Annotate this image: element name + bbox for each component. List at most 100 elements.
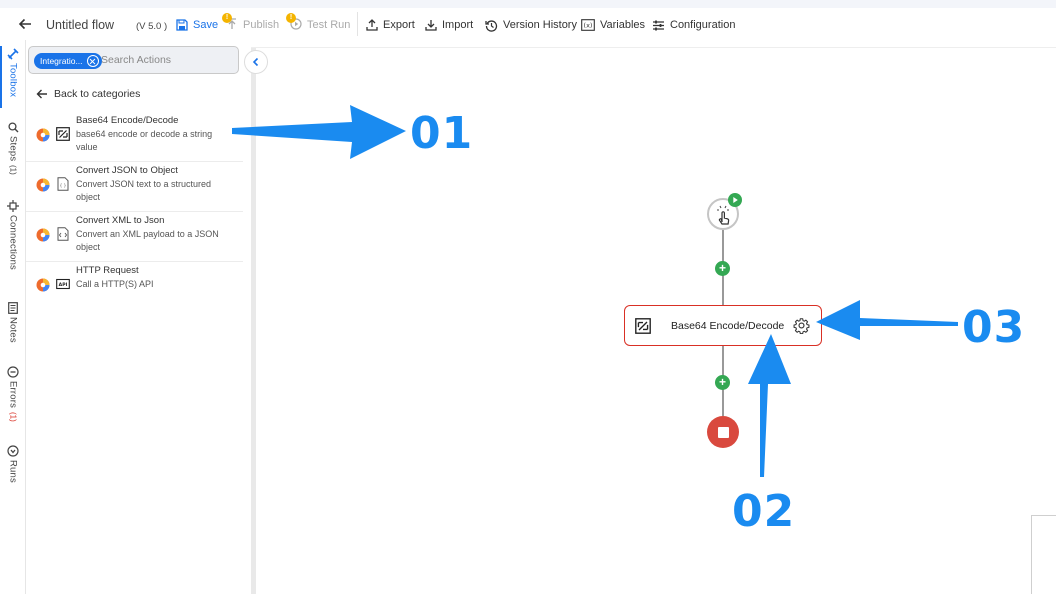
action-name: Base64 Encode/Decode — [76, 115, 179, 126]
back-button[interactable] — [18, 16, 32, 32]
trigger-play-badge[interactable] — [728, 193, 742, 207]
search-actions-input[interactable]: Search Actions — [101, 54, 171, 66]
action-item-base64[interactable]: Base64 Encode/Decode base64 encode or de… — [26, 112, 243, 162]
notes-icon — [8, 302, 18, 314]
play-icon — [733, 197, 738, 203]
xml-file-icon — [57, 227, 69, 241]
api-icon: API — [56, 278, 70, 290]
end-node[interactable] — [707, 416, 739, 448]
stop-icon — [717, 426, 729, 438]
json-file-icon: { } — [57, 177, 69, 191]
collapse-panel-button[interactable] — [244, 50, 268, 74]
action-name: Convert JSON to Object — [76, 165, 178, 176]
version-history-label: Version History — [503, 19, 577, 31]
configuration-label: Configuration — [670, 19, 736, 31]
rail-tab-notes[interactable]: Notes — [0, 302, 26, 343]
rail-tab-steps[interactable]: Steps (1) — [0, 122, 26, 175]
flow-title[interactable]: Untitled flow — [46, 17, 114, 33]
integration-logo-icon — [36, 278, 50, 292]
clear-filter-icon[interactable] — [86, 55, 99, 67]
version-label: (V 5.0 ) — [136, 20, 168, 32]
search-actions-box[interactable]: Integratio... Search Actions — [28, 46, 239, 74]
test-run-button[interactable]: ! Test Run — [286, 12, 351, 33]
import-icon — [425, 20, 437, 31]
gear-icon[interactable] — [793, 317, 810, 334]
save-label: Save — [193, 19, 219, 31]
save-icon — [176, 19, 188, 31]
action-name: HTTP Request — [76, 265, 139, 276]
warning-badge: ! — [286, 12, 296, 23]
import-label: Import — [442, 19, 474, 31]
add-step-button[interactable]: + — [715, 375, 730, 390]
side-rail: Toolbox Steps (1) Connections Notes Erro… — [0, 40, 26, 594]
rail-label-runs: Runs — [7, 460, 19, 483]
rail-tab-runs[interactable]: Runs — [0, 445, 26, 483]
save-button[interactable]: Save — [176, 17, 218, 33]
rail-label-notes: Notes — [7, 317, 19, 343]
variables-label: Variables — [600, 19, 646, 31]
back-to-categories-label: Back to categories — [54, 88, 141, 100]
chip-label: Integratio... — [40, 56, 83, 66]
rail-tab-errors[interactable]: Errors (1) — [0, 366, 26, 422]
add-step-button[interactable]: + — [715, 261, 730, 276]
configuration-button[interactable]: Configuration — [652, 17, 735, 33]
action-description: Call a HTTP(S) API — [76, 279, 154, 289]
rail-label-toolbox: Toolbox — [7, 63, 19, 98]
toolbox-icon — [7, 48, 19, 60]
toolbox-panel: Integratio... Search Actions Back to cat… — [26, 40, 251, 594]
export-icon — [366, 19, 378, 31]
rail-label-errors: Errors — [7, 381, 19, 409]
annotation-label-01: 01 — [410, 108, 474, 159]
back-arrow-icon — [36, 89, 47, 99]
svg-text:{ }: { } — [60, 183, 67, 188]
action-item-http-request[interactable]: API HTTP Request Call a HTTP(S) API — [26, 262, 243, 312]
errors-count: (1) — [8, 412, 18, 422]
minimap-frame — [1031, 515, 1056, 594]
svg-text:(x): (x) — [584, 22, 593, 30]
action-name: Convert XML to Json — [76, 215, 165, 226]
runs-icon — [7, 445, 19, 457]
test-run-label: Test Run — [307, 19, 351, 31]
publish-icon-wrap: ! — [222, 12, 238, 33]
integration-logo-icon — [36, 128, 50, 142]
import-button[interactable]: Import — [425, 17, 473, 33]
toolbar-divider — [357, 12, 358, 36]
action-description: Convert an XML payload to a JSON object — [76, 229, 219, 252]
sliders-icon — [653, 20, 664, 30]
rail-tab-connections[interactable]: Connections — [0, 200, 26, 270]
back-to-categories-link[interactable]: Back to categories — [36, 88, 140, 100]
step-node-label: Base64 Encode/Decode — [671, 320, 785, 332]
encode-icon — [635, 318, 651, 334]
category-filter-chip[interactable]: Integratio... — [34, 53, 102, 69]
annotation-label-03: 03 — [962, 302, 1026, 353]
action-description: Convert JSON text to a structured object — [76, 179, 212, 202]
step-node-base64[interactable]: Base64 Encode/Decode — [624, 305, 822, 346]
rail-tab-toolbox[interactable]: Toolbox — [0, 48, 26, 97]
connections-icon — [7, 200, 19, 212]
rail-label-steps: Steps — [7, 136, 19, 162]
encode-icon — [56, 127, 70, 141]
integration-logo-icon — [36, 228, 50, 242]
variables-button[interactable]: (x) Variables — [581, 17, 645, 33]
svg-text:API: API — [59, 282, 68, 288]
version-history-button[interactable]: Version History — [485, 17, 577, 33]
test-run-icon-wrap: ! — [286, 12, 302, 33]
steps-count: (1) — [8, 165, 18, 176]
export-label: Export — [383, 19, 415, 31]
action-list: Base64 Encode/Decode base64 encode or de… — [26, 112, 243, 312]
history-icon — [485, 19, 498, 32]
variables-icon: (x) — [581, 19, 595, 31]
error-icon — [7, 366, 19, 378]
action-item-json-to-object[interactable]: { } Convert JSON to Object Convert JSON … — [26, 162, 243, 212]
export-button[interactable]: Export — [366, 17, 415, 33]
search-icon — [7, 122, 18, 133]
integration-logo-icon — [36, 178, 50, 192]
action-description: base64 encode or decode a string value — [76, 129, 213, 152]
publish-button[interactable]: ! Publish — [222, 12, 279, 33]
action-item-xml-to-json[interactable]: Convert XML to Json Convert an XML paylo… — [26, 212, 243, 262]
back-arrow-icon — [18, 18, 31, 30]
rail-label-connections: Connections — [7, 215, 19, 271]
warning-badge: ! — [222, 12, 232, 23]
top-strip — [0, 0, 1056, 8]
chevron-left-icon — [252, 57, 259, 67]
